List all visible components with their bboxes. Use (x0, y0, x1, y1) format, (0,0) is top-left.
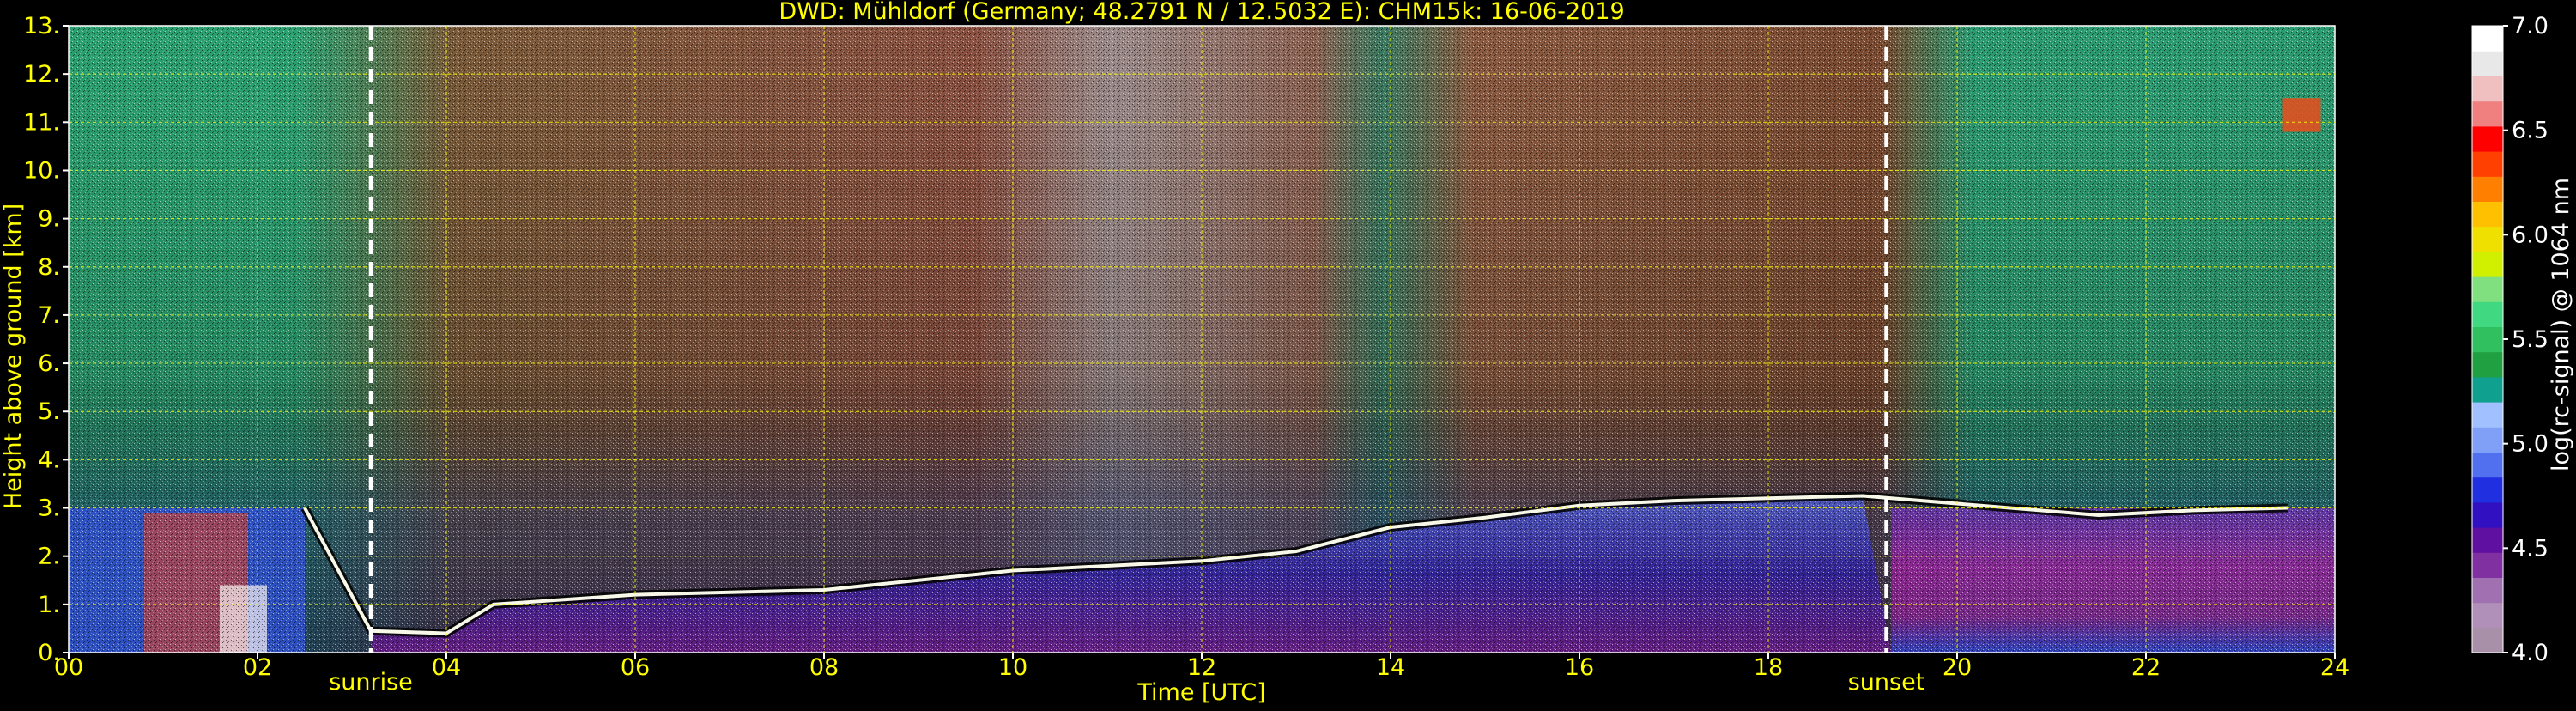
colorbar-segment (2472, 176, 2503, 202)
x-tick-label: 22 (2131, 654, 2161, 681)
colorbar-segment (2472, 51, 2503, 76)
x-tick-label: 18 (1754, 654, 1783, 681)
colorbar-segment (2472, 26, 2503, 52)
x-axis-label: Time [UTC] (1136, 679, 1265, 706)
colorbar-label: log(rc-signal) @ 1064 nm (2548, 178, 2574, 471)
colorbar-segment (2472, 527, 2503, 553)
y-tick-label: 2. (38, 544, 60, 570)
y-tick-label: 8. (38, 254, 60, 281)
x-tick-label: 08 (809, 654, 839, 681)
colorbar-segment (2472, 226, 2503, 252)
ceilometer-chart: sunrise sunset 00 02 04 06 08 10 12 14 16 18 20 22 24… (0, 0, 2576, 708)
colorbar-segment (2472, 402, 2503, 428)
y-tick-label: 12. (23, 61, 60, 88)
y-tick-label: 5. (38, 398, 60, 425)
colorbar-tick-label: 7.0 (2512, 13, 2549, 40)
colorbar-segment (2472, 301, 2503, 327)
y-tick-label: 9. (38, 206, 60, 233)
sunset-label: sunset (1848, 669, 1925, 696)
colorbar-segment (2472, 351, 2503, 378)
x-tick-label: 02 (243, 654, 272, 681)
colorbar-segment (2472, 452, 2503, 478)
x-tick-label: 10 (998, 654, 1027, 681)
colorbar-segment (2472, 552, 2503, 578)
colorbar-segment (2472, 477, 2503, 503)
colorbar-segment (2472, 501, 2503, 528)
x-tick-label: 12 (1187, 654, 1216, 681)
y-axis-label: Height above ground [km] (0, 204, 27, 509)
colorbar-tick-label: 6.5 (2512, 118, 2549, 144)
colorbar-tick-label: 6.0 (2512, 222, 2549, 248)
x-tick-label: 14 (1376, 654, 1405, 681)
y-tick-label: 6. (38, 350, 60, 377)
y-tick-label: 10. (23, 157, 60, 184)
colorbar-segment (2472, 125, 2503, 152)
colorbar-tick-label: 4.5 (2512, 535, 2549, 562)
y-tick-label: 0. (38, 640, 60, 666)
colorbar-segment (2472, 627, 2503, 653)
colorbar-segment (2472, 251, 2503, 277)
chart-svg: sunrise sunset 00 02 04 06 08 10 12 14 16 18 20 22 24… (0, 0, 2574, 706)
colorbar-segment (2472, 151, 2503, 177)
y-tick-label: 3. (38, 495, 60, 522)
high-cloud-patch (2282, 98, 2321, 132)
y-axis-ticks: 0. 1. 2. 3. 4. 5. 6. 7. 8. 9. 10. 11. 12. 13. (23, 13, 69, 666)
colorbar-tick-label: 4.0 (2512, 640, 2549, 666)
colorbar-segment (2472, 326, 2503, 353)
colorbar-segment (2472, 201, 2503, 228)
y-tick-label: 4. (38, 447, 60, 473)
colorbar-segment (2472, 376, 2503, 403)
colorbar-segment (2472, 577, 2503, 604)
x-tick-label: 20 (1943, 654, 1972, 681)
colorbar-tick-label: 5.5 (2512, 326, 2549, 353)
colorbar-segment (2472, 602, 2503, 629)
x-tick-label: 06 (621, 654, 650, 681)
chart-title: DWD: Mühldorf (Germany; 48.2791 N / 12.5… (779, 0, 1624, 25)
y-tick-label: 11. (23, 109, 60, 136)
colorbar-tick-label: 5.0 (2512, 431, 2549, 458)
y-tick-label: 13. (23, 13, 60, 40)
colorbar-segment (2472, 427, 2503, 453)
colorbar-segment (2472, 100, 2503, 127)
colorbar: 4.0 4.5 5.0 5.5 6.0 6.5 7.0 (2471, 13, 2549, 666)
colorbar-segment (2472, 76, 2503, 102)
colorbar-segment (2472, 276, 2503, 302)
y-tick-label: 7. (38, 302, 60, 329)
y-tick-label: 1. (38, 592, 60, 618)
x-tick-label: 16 (1565, 654, 1594, 681)
x-tick-label: 24 (2320, 654, 2349, 681)
sunrise-label: sunrise (329, 669, 413, 696)
x-tick-label: 04 (432, 654, 461, 681)
